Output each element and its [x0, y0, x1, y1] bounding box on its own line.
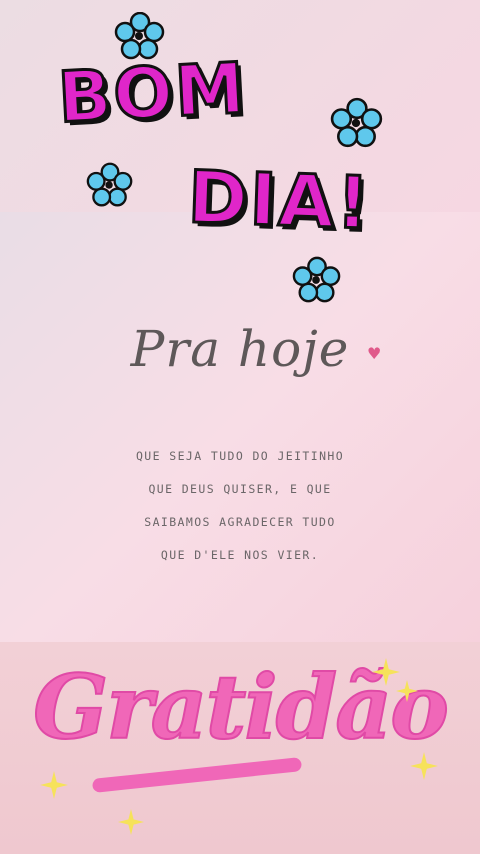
subtitle-script: Pra hoje: [130, 320, 350, 378]
message-line: SAIBAMOS AGRADECER TUDO: [144, 515, 336, 529]
sparkle-icon: [410, 752, 438, 780]
sparkle-icon: [396, 680, 418, 702]
middle-card: [0, 212, 480, 642]
greeting-line-2: DIA!: [185, 153, 374, 246]
heart-icon: ♥: [367, 344, 382, 363]
sparkle-icon: [118, 809, 144, 835]
message-line: QUE D'ELE NOS VIER.: [160, 548, 320, 562]
gratitude-word: Gratidão: [32, 654, 450, 760]
message-line: QUE SEJA TUDO DO JEITINHO: [135, 449, 345, 463]
greeting-line-1: BOM: [54, 46, 250, 141]
sparkle-icon: [40, 771, 68, 799]
flower-icon: [330, 97, 383, 148]
flower-icon: [292, 256, 341, 303]
message-line: QUE DEUS QUISER, E QUE: [148, 482, 332, 496]
flower-icon: [86, 162, 133, 207]
message-block: QUE SEJA TUDO DO JEITINHO QUE DEUS QUISE…: [60, 440, 420, 572]
